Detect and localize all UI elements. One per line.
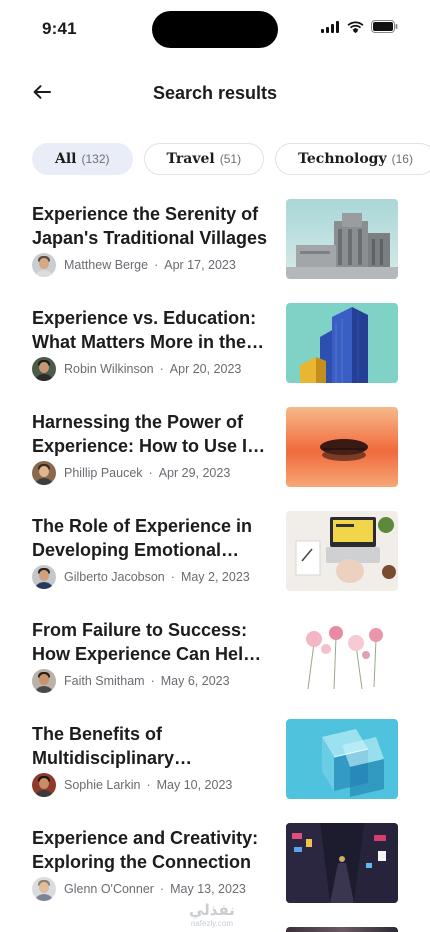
filter-tabs: All (132) Travel (51) Technology (16): [32, 143, 430, 175]
avatar: [32, 773, 56, 797]
watermark-url: nafezly.com: [190, 919, 233, 928]
results-list: Experience the Serenity of Japan's Tradi…: [32, 199, 398, 927]
page-title: Search results: [152, 83, 278, 103]
thumbnail-laptop-desk: [286, 511, 398, 591]
watermark-logo: نفذلي nafezly.com: [189, 902, 235, 929]
result-title[interactable]: Experience vs. Education: What Matters M…: [32, 306, 268, 354]
author-name: Faith Smitham: [64, 674, 145, 688]
thumbnail-glass-cubes: [286, 719, 398, 799]
dynamic-island: [152, 11, 278, 48]
avatar: [32, 877, 56, 901]
result-meta: Robin Wilkinson · Apr 20, 2023: [32, 357, 241, 381]
result-item[interactable]: Experience vs. Education: What Matters M…: [32, 303, 398, 407]
filter-chip-count: (51): [219, 152, 242, 166]
publish-date: May 10, 2023: [156, 778, 233, 792]
result-meta: Glenn O'Conner · May 13, 2023: [32, 877, 246, 901]
result-item[interactable]: Experience the Serenity of Japan's Tradi…: [32, 199, 398, 303]
meta-separator: ·: [159, 362, 164, 376]
publish-date: May 13, 2023: [170, 882, 246, 896]
result-item[interactable]: The Role of Experience in Developing Emo…: [32, 511, 398, 615]
author-name: Robin Wilkinson: [64, 362, 154, 376]
publish-date: Apr 20, 2023: [169, 362, 242, 376]
result-meta: Matthew Berge · Apr 17, 2023: [32, 253, 236, 277]
status-time: 9:41: [42, 19, 77, 38]
meta-separator: ·: [146, 778, 151, 792]
result-title[interactable]: Experience the Serenity of Japan's Tradi…: [32, 202, 268, 250]
result-title[interactable]: From Failure to Success: How Experience …: [32, 618, 268, 666]
author-name: Matthew Berge: [64, 258, 149, 272]
thumbnail-sunset-lake: [286, 407, 398, 487]
meta-separator: ·: [154, 258, 159, 272]
publish-date: May 2, 2023: [180, 570, 250, 584]
filter-chip-label: All: [55, 151, 77, 167]
status-icons: [321, 20, 398, 33]
thumbnail-pressed-flowers: [286, 615, 398, 695]
filter-chip-label: Travel: [166, 151, 215, 167]
publish-date: Apr 29, 2023: [158, 466, 231, 480]
result-title[interactable]: The Role of Experience in Developing Emo…: [32, 514, 268, 562]
meta-separator: ·: [148, 466, 153, 480]
next-result-thumbnail: [286, 927, 398, 932]
publish-date: Apr 17, 2023: [164, 258, 236, 272]
result-item[interactable]: From Failure to Success: How Experience …: [32, 615, 398, 719]
cellular-signal-icon: [321, 20, 340, 33]
avatar: [32, 461, 56, 485]
result-title[interactable]: Harnessing the Power of Experience: How …: [32, 410, 268, 458]
avatar: [32, 253, 56, 277]
avatar: [32, 357, 56, 381]
result-title[interactable]: Experience and Creativity: Exploring the…: [32, 826, 268, 874]
result-meta: Gilberto Jacobson · May 2, 2023: [32, 565, 250, 589]
filter-chip-count: (132): [81, 152, 110, 166]
result-meta: Phillip Paucek · Apr 29, 2023: [32, 461, 230, 485]
author-name: Phillip Paucek: [64, 466, 143, 480]
author-name: Gilberto Jacobson: [64, 570, 165, 584]
avatar: [32, 669, 56, 693]
status-bar: 9:41: [0, 0, 430, 56]
meta-separator: ·: [170, 570, 175, 584]
publish-date: May 6, 2023: [160, 674, 230, 688]
result-item[interactable]: The Benefits of Multidisciplinary Experi…: [32, 719, 398, 823]
author-name: Sophie Larkin: [64, 778, 141, 792]
filter-chip-count: (16): [391, 152, 413, 166]
meta-separator: ·: [159, 882, 165, 896]
result-meta: Sophie Larkin · May 10, 2023: [32, 773, 232, 797]
wifi-icon: [347, 21, 364, 33]
filter-chip-technology[interactable]: Technology (16): [275, 143, 430, 175]
thumbnail-night-street: [286, 823, 398, 903]
result-item[interactable]: Harnessing the Power of Experience: How …: [32, 407, 398, 511]
result-title[interactable]: The Benefits of Multidisciplinary Experi…: [32, 722, 268, 770]
watermark-text: نفذلي: [189, 902, 235, 919]
author-name: Glenn O'Conner: [64, 882, 154, 896]
meta-separator: ·: [150, 674, 155, 688]
filter-chip-all[interactable]: All (132): [32, 143, 133, 175]
filter-chip-label: Technology: [298, 151, 387, 167]
battery-icon: [371, 20, 398, 33]
thumbnail-blue-skyscraper: [286, 303, 398, 383]
avatar: [32, 565, 56, 589]
filter-chip-travel[interactable]: Travel (51): [143, 143, 265, 175]
header: Search results: [0, 70, 430, 118]
thumbnail-concrete-building: [286, 199, 398, 279]
result-meta: Faith Smitham · May 6, 2023: [32, 669, 230, 693]
